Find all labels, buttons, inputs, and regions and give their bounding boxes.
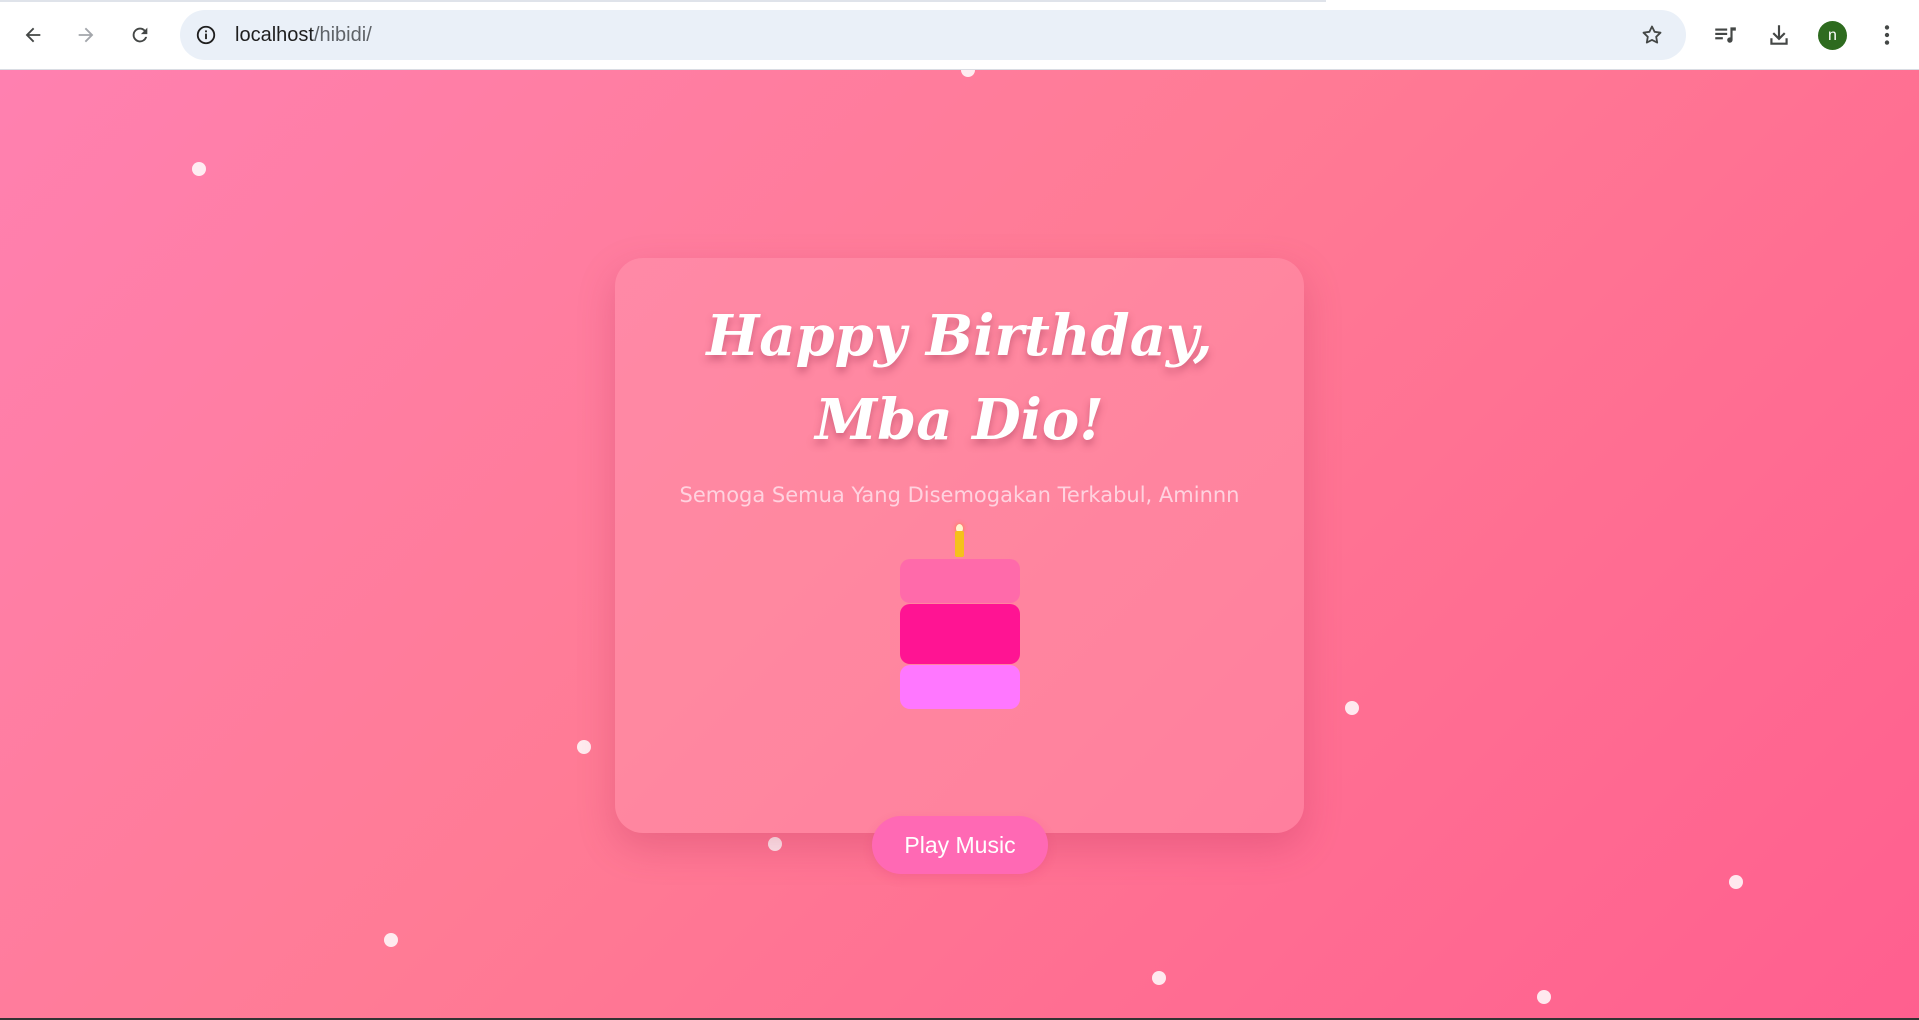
floating-dot (1152, 971, 1166, 985)
back-button[interactable] (15, 17, 51, 53)
floating-dot (577, 740, 591, 754)
forward-button[interactable] (68, 17, 104, 53)
page-background: Happy Birthday, Mba Dio! Semoga Semua Ya… (0, 70, 1919, 1018)
tab-strip-edge (0, 0, 1326, 2)
download-icon[interactable] (1761, 17, 1797, 53)
birthday-wish: Semoga Semua Yang Disemogakan Terkabul, … (679, 483, 1240, 507)
kebab-menu-icon[interactable] (1869, 17, 1905, 53)
birthday-title: Happy Birthday, Mba Dio! (706, 303, 1213, 453)
reload-icon (132, 27, 148, 43)
floating-dot (961, 70, 975, 77)
reload-button[interactable] (122, 17, 158, 53)
play-music-button[interactable]: Play Music (872, 816, 1048, 874)
cake-layer-middle (900, 604, 1020, 664)
url-host: localhost (235, 24, 314, 46)
floating-dot (192, 162, 206, 176)
star-icon[interactable] (1640, 23, 1664, 47)
arrow-left-icon (25, 27, 41, 43)
cake-layer-top (900, 559, 1020, 603)
floating-dot (1345, 701, 1359, 715)
floating-dot (768, 837, 782, 851)
floating-dot (384, 933, 398, 947)
floating-dot (1729, 875, 1743, 889)
profile-avatar[interactable]: n (1818, 21, 1847, 50)
floating-dot (1537, 990, 1551, 1004)
browser-toolbar: localhost/hibidi/ n (0, 0, 1919, 70)
address-bar[interactable]: localhost/hibidi/ (180, 10, 1686, 60)
url-text[interactable]: localhost/hibidi/ (235, 24, 372, 47)
info-icon[interactable] (194, 23, 218, 47)
birthday-card: Happy Birthday, Mba Dio! Semoga Semua Ya… (615, 258, 1304, 874)
cake-layer-bottom (900, 665, 1020, 709)
birthday-cake (900, 515, 1020, 709)
candle (955, 531, 964, 557)
arrow-right-icon (78, 27, 94, 43)
media-queue-icon[interactable] (1707, 17, 1743, 53)
url-path: /hibidi/ (313, 24, 372, 46)
